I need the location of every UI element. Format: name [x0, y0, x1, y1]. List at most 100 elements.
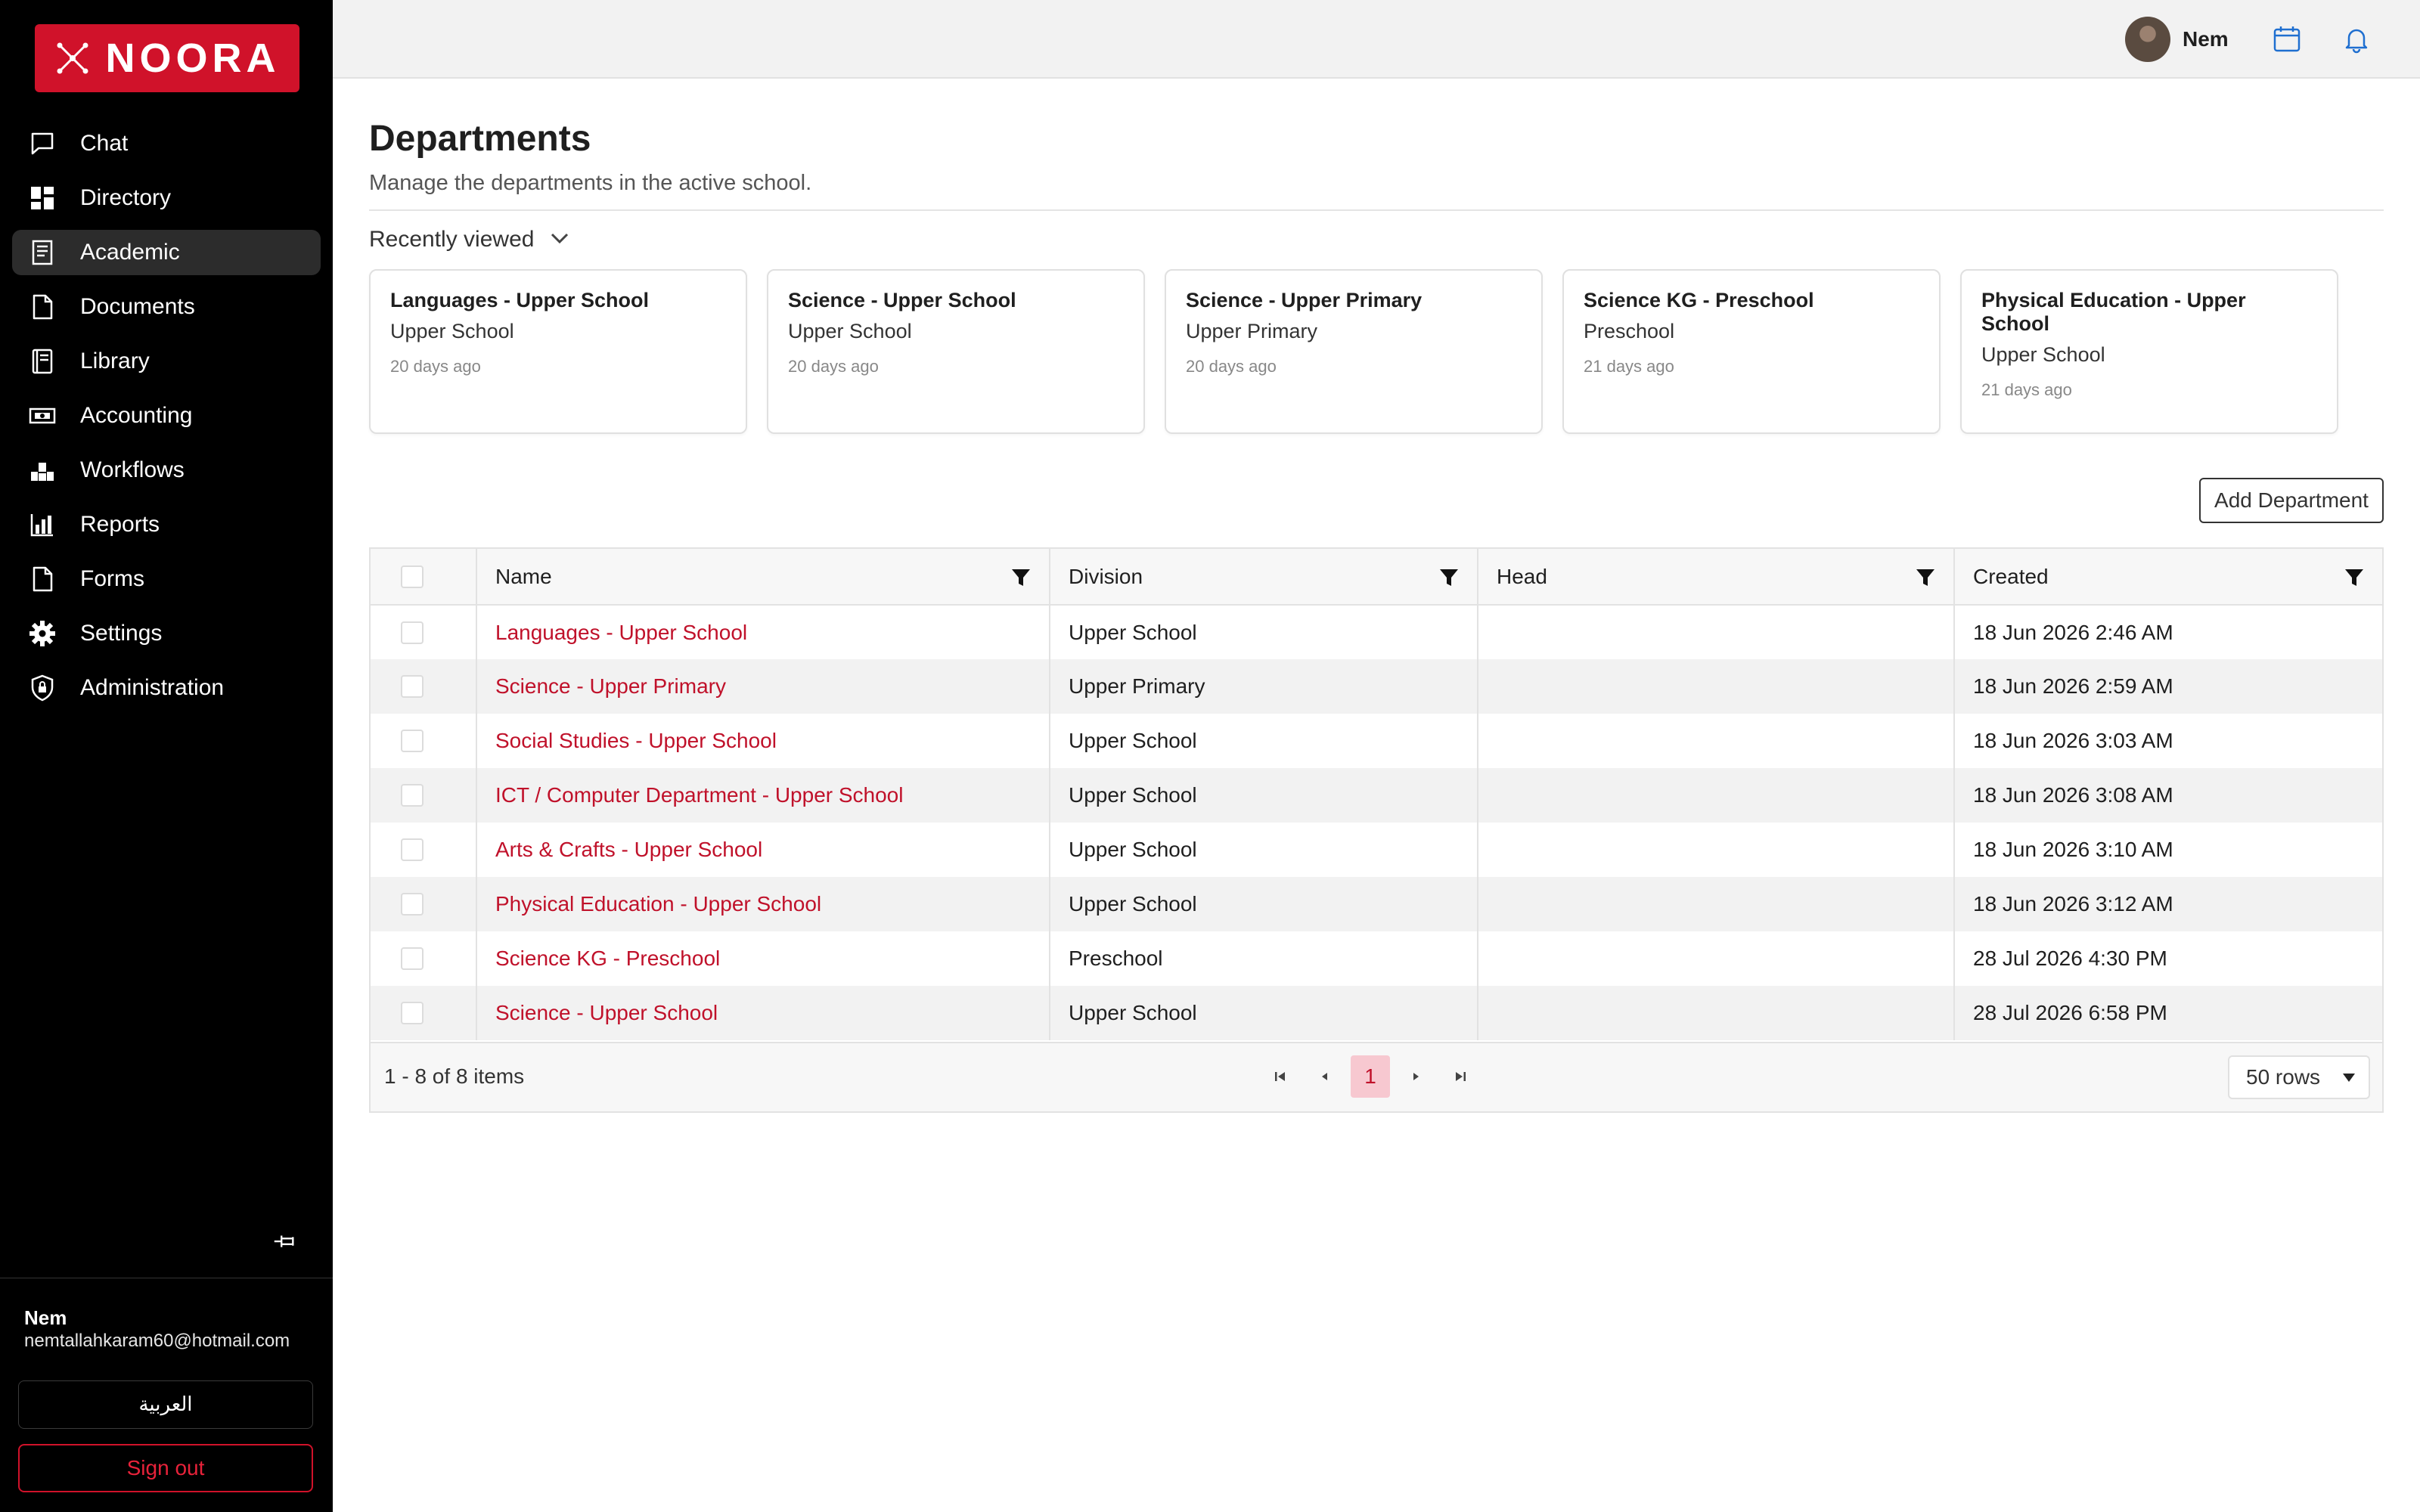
sidebar-item-workflows[interactable]: Workflows	[12, 448, 321, 493]
recent-card[interactable]: Science - Upper School Upper School 20 d…	[767, 269, 1145, 434]
row-checkbox[interactable]	[401, 893, 424, 916]
last-page-icon[interactable]	[1443, 1055, 1478, 1098]
created-cell: 18 Jun 2026 2:59 AM	[1973, 674, 2173, 698]
recently-viewed-label: Recently viewed	[369, 227, 535, 252]
first-page-icon[interactable]	[1263, 1055, 1298, 1098]
name-cell: Science KG - Preschool	[476, 931, 1050, 986]
sidebar-item-academic[interactable]: Academic	[12, 230, 321, 275]
filter-icon[interactable]	[1011, 568, 1031, 587]
rows-per-page-select[interactable]: 50 rows	[2228, 1055, 2370, 1099]
sidebar-item-reports[interactable]: Reports	[12, 502, 321, 547]
created-cell: 28 Jul 2026 6:58 PM	[1973, 1001, 2167, 1024]
row-checkbox[interactable]	[401, 784, 424, 807]
department-link[interactable]: Science KG - Preschool	[495, 947, 720, 970]
brand-name: NOORA	[105, 36, 281, 81]
next-page-icon[interactable]	[1399, 1055, 1434, 1098]
recent-card-time: 20 days ago	[788, 357, 879, 376]
filter-icon[interactable]	[1439, 568, 1459, 587]
recent-card[interactable]: Science - Upper Primary Upper Primary 20…	[1165, 269, 1543, 434]
recent-card-time: 21 days ago	[1584, 357, 1674, 376]
items-count: 1 - 8 of 8 items	[384, 1064, 525, 1088]
sidebar-item-label: Directory	[80, 185, 172, 210]
sidebar-item-directory[interactable]: Directory	[12, 175, 321, 221]
book-icon	[27, 237, 57, 268]
calendar-icon[interactable]	[2270, 23, 2304, 56]
recent-card[interactable]: Physical Education - Upper School Upper …	[1960, 269, 2338, 434]
name-cell: Physical Education - Upper School	[476, 877, 1050, 931]
pin-icon[interactable]	[268, 1225, 301, 1258]
column-header-division[interactable]: Division	[1050, 549, 1478, 606]
name-cell: Social Studies - Upper School	[476, 714, 1050, 768]
grid-icon	[27, 183, 57, 213]
table-footer: 1 - 8 of 8 items 1 50 rows	[371, 1042, 2382, 1111]
filter-icon[interactable]	[1916, 568, 1935, 587]
department-link[interactable]: Physical Education - Upper School	[495, 892, 821, 916]
division-cell: Upper School	[1050, 714, 1478, 768]
bell-icon[interactable]	[2340, 23, 2373, 56]
row-checkbox[interactable]	[401, 1002, 424, 1024]
select-all-checkbox[interactable]	[401, 565, 424, 588]
row-checkbox[interactable]	[401, 675, 424, 698]
recent-card-division: Preschool	[1584, 320, 1675, 342]
department-link[interactable]: Science - Upper Primary	[495, 674, 726, 698]
division-cell: Upper School	[1050, 823, 1478, 877]
table-row: Arts & Crafts - Upper School Upper Schoo…	[371, 823, 2382, 877]
column-header-label: Created	[1973, 564, 2049, 588]
language-button[interactable]: العربية	[18, 1380, 313, 1429]
library-icon	[27, 346, 57, 376]
row-checkbox[interactable]	[401, 838, 424, 861]
created-cell: 18 Jun 2026 3:10 AM	[1973, 838, 2173, 861]
brand-logo[interactable]: NOORA	[35, 24, 299, 92]
workflow-icon	[27, 455, 57, 485]
sidebar-item-chat[interactable]: Chat	[12, 121, 321, 166]
rows-per-page-value: 50 rows	[2246, 1065, 2321, 1089]
row-checkbox[interactable]	[401, 621, 424, 644]
row-checkbox[interactable]	[401, 947, 424, 970]
previous-page-icon[interactable]	[1307, 1055, 1342, 1098]
recently-viewed-toggle[interactable]: Recently viewed	[369, 227, 570, 253]
sidebar-item-label: Forms	[80, 566, 144, 591]
recent-card[interactable]: Science KG - Preschool Preschool 21 days…	[1562, 269, 1941, 434]
department-link[interactable]: Languages - Upper School	[495, 621, 747, 644]
recent-card-time: 21 days ago	[1981, 380, 2072, 399]
sidebar-item-library[interactable]: Library	[12, 339, 321, 384]
sidebar-item-label: Chat	[80, 131, 129, 156]
column-header-head[interactable]: Head	[1478, 549, 1955, 606]
shield-lock-icon	[27, 673, 57, 703]
division-cell: Upper Primary	[1050, 659, 1478, 714]
sidebar-item-label: Documents	[80, 294, 195, 319]
table-row: ICT / Computer Department - Upper School…	[371, 768, 2382, 823]
sidebar-item-settings[interactable]: Settings	[12, 611, 321, 656]
recent-card-title: Science KG - Preschool	[1584, 289, 1814, 311]
pagination: 1	[1263, 1055, 1478, 1098]
sidebar-item-forms[interactable]: Forms	[12, 556, 321, 602]
column-header-name[interactable]: Name	[476, 549, 1050, 606]
table-row: Social Studies - Upper School Upper Scho…	[371, 714, 2382, 768]
department-link[interactable]: ICT / Computer Department - Upper School	[495, 783, 903, 807]
department-link[interactable]: Science - Upper School	[495, 1001, 718, 1024]
department-link[interactable]: Social Studies - Upper School	[495, 729, 777, 752]
head-cell	[1478, 877, 1955, 931]
network-icon	[57, 42, 88, 74]
sign-out-button[interactable]: Sign out	[18, 1444, 313, 1492]
sidebar-item-administration[interactable]: Administration	[12, 665, 321, 711]
recent-card[interactable]: Languages - Upper School Upper School 20…	[369, 269, 747, 434]
recent-card-division: Upper Primary	[1186, 320, 1318, 342]
sidebar-item-label: Workflows	[80, 457, 185, 482]
department-link[interactable]: Arts & Crafts - Upper School	[495, 838, 762, 861]
division-cell: Preschool	[1050, 931, 1478, 986]
column-header-created[interactable]: Created	[1954, 549, 2382, 606]
row-checkbox[interactable]	[401, 730, 424, 752]
row-select-cell	[371, 877, 477, 931]
sidebar-item-accounting[interactable]: Accounting	[12, 393, 321, 438]
current-page-button[interactable]: 1	[1351, 1055, 1390, 1098]
created-cell: 18 Jun 2026 3:03 AM	[1973, 729, 2173, 752]
add-department-button[interactable]: Add Department	[2199, 478, 2384, 523]
sidebar-item-label: Reports	[80, 512, 160, 537]
recently-viewed-cards: Languages - Upper School Upper School 20…	[369, 269, 2338, 434]
chat-icon	[27, 129, 57, 159]
sidebar-item-documents[interactable]: Documents	[12, 284, 321, 330]
filter-icon[interactable]	[2344, 568, 2364, 587]
top-user-name[interactable]: Nem	[2183, 27, 2229, 51]
avatar[interactable]	[2125, 17, 2170, 62]
